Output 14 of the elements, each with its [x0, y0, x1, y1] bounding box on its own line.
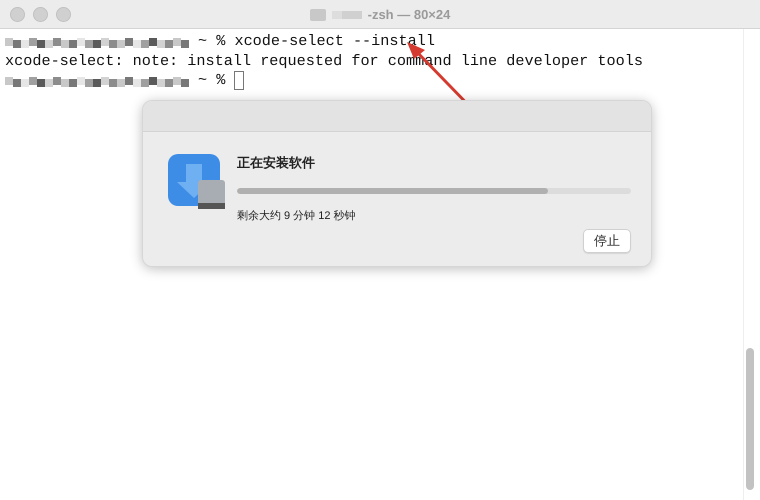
time-remaining: 剩余大约 9 分钟 12 秒钟	[237, 209, 357, 223]
command-line: ~ % xcode-select --install	[198, 32, 435, 52]
scrollbar-thumb[interactable]	[746, 348, 754, 490]
folder-icon	[310, 8, 326, 20]
minimize-button[interactable]	[33, 6, 48, 22]
zoom-button[interactable]	[56, 6, 71, 22]
close-button[interactable]	[10, 6, 25, 22]
redaction-drawing	[332, 9, 362, 19]
stop-button[interactable]: 停止	[583, 229, 631, 253]
installer-icon	[168, 154, 226, 210]
command-line: ~ %	[198, 71, 226, 90]
window-title: -zsh — 80×24	[368, 6, 450, 22]
cursor	[234, 71, 244, 90]
dialog-title: 正在安装软件	[237, 154, 316, 172]
